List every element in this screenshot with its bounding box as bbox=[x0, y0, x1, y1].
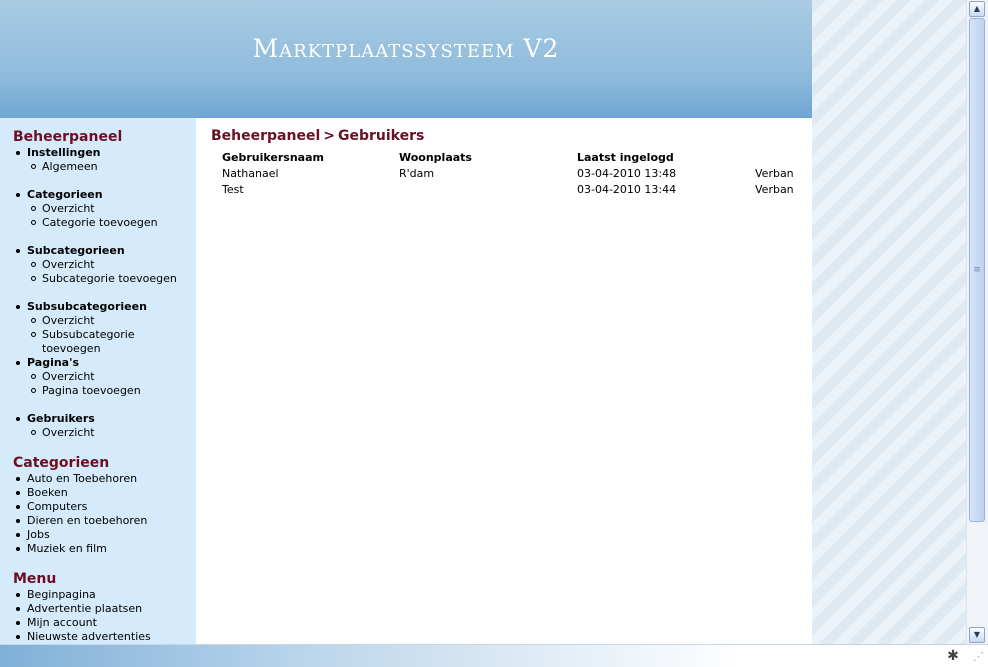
sidebar-link-algemeen[interactable]: Algemeen bbox=[0, 160, 196, 174]
resize-grip-icon[interactable]: ⋰ bbox=[968, 649, 984, 665]
sidebar-group-categorieen: Categorieen Overzicht Categorie toevoege… bbox=[0, 188, 196, 230]
arrow-up-icon: ▲ bbox=[973, 4, 981, 13]
sidebar-group-title[interactable]: Pagina's bbox=[0, 356, 196, 370]
scrollbar-thumb[interactable]: ≡ bbox=[969, 18, 985, 522]
category-link-dieren[interactable]: Dieren en toebehoren bbox=[0, 514, 196, 528]
breadcrumb: Beheerpaneel > Gebruikers bbox=[211, 128, 424, 144]
sidebar-group-subsubcategorieen: Subsubcategorieen Overzicht Subsubcatego… bbox=[0, 300, 196, 355]
users-table: Gebruikersnaam Woonplaats Laatst ingelog… bbox=[222, 149, 795, 197]
breadcrumb-separator: > bbox=[323, 128, 335, 144]
table-header-row: Gebruikersnaam Woonplaats Laatst ingelog… bbox=[222, 149, 795, 165]
sidebar-group-instellingen: Instellingen Algemeen bbox=[0, 146, 196, 174]
column-header-last-login: Laatst ingelogd bbox=[577, 150, 674, 164]
scroll-up-button[interactable]: ▲ bbox=[969, 1, 985, 17]
sidebar-link-subcategorie-toevoegen[interactable]: Subcategorie toevoegen bbox=[0, 272, 196, 286]
sidebar-link-subcategorie-overzicht[interactable]: Overzicht bbox=[0, 258, 196, 272]
menu-link-nieuwste-advertenties[interactable]: Nieuwste advertenties bbox=[0, 630, 196, 644]
status-bar: ✱ ⋰ bbox=[0, 644, 988, 667]
cell-last-login: 03-04-2010 13:44 bbox=[577, 182, 677, 196]
breadcrumb-current: Gebruikers bbox=[338, 128, 425, 144]
sidebar-link-subsubcategorie-toevoegen[interactable]: Subsubcategorie toevoegen bbox=[0, 328, 196, 355]
main-content: Beheerpaneel > Gebruikers Gebruikersnaam W… bbox=[196, 118, 812, 644]
sidebar-group-gebruikers: Gebruikers Overzicht bbox=[0, 412, 196, 440]
sidebar-group-title[interactable]: Subsubcategorieen bbox=[0, 300, 196, 314]
category-list: Auto en Toebehoren Boeken Computers Dier… bbox=[0, 472, 196, 556]
menu-link-mijn-account[interactable]: Mijn account bbox=[0, 616, 196, 630]
cell-username: Nathanael bbox=[222, 166, 279, 180]
bug-icon[interactable]: ✱ bbox=[944, 647, 962, 665]
sidebar-group-title[interactable]: Instellingen bbox=[0, 146, 196, 160]
cell-username: Test bbox=[222, 182, 244, 196]
page-background bbox=[812, 0, 966, 644]
category-link-muziek[interactable]: Muziek en film bbox=[0, 542, 196, 556]
cell-last-login: 03-04-2010 13:48 bbox=[577, 166, 677, 180]
sidebar-group-title[interactable]: Gebruikers bbox=[0, 412, 196, 426]
site-title: Marktplaatssysteem V2 bbox=[252, 34, 560, 63]
sidebar-link-pagina-toevoegen[interactable]: Pagina toevoegen bbox=[0, 384, 196, 398]
breadcrumb-parent[interactable]: Beheerpaneel bbox=[211, 128, 320, 144]
category-link-auto[interactable]: Auto en Toebehoren bbox=[0, 472, 196, 486]
scroll-down-button[interactable]: ▼ bbox=[969, 627, 985, 643]
column-header-action bbox=[755, 149, 795, 165]
arrow-down-icon: ▼ bbox=[973, 630, 981, 639]
sidebar-link-categorie-toevoegen[interactable]: Categorie toevoegen bbox=[0, 216, 196, 230]
ban-link[interactable]: Verban bbox=[755, 165, 795, 181]
cell-city bbox=[399, 181, 577, 197]
table-row: Nathanael R'dam 03-04-2010 13:48 Verban bbox=[222, 165, 795, 181]
sidebar: Beheerpaneel Instellingen Algemeen Categ… bbox=[0, 118, 196, 644]
grip-icon: ≡ bbox=[973, 264, 981, 275]
cell-city: R'dam bbox=[399, 166, 435, 180]
column-header-username: Gebruikersnaam bbox=[222, 150, 324, 164]
sidebar-heading-categories: Categorieen bbox=[13, 455, 110, 471]
sidebar-group-title[interactable]: Subcategorieen bbox=[0, 244, 196, 258]
vertical-scrollbar[interactable]: ▲ ≡ ▼ bbox=[966, 0, 988, 644]
menu-link-beginpagina[interactable]: Beginpagina bbox=[0, 588, 196, 602]
menu-link-advertentie-plaatsen[interactable]: Advertentie plaatsen bbox=[0, 602, 196, 616]
sidebar-link-gebruikers-overzicht[interactable]: Overzicht bbox=[0, 426, 196, 440]
column-header-city: Woonplaats bbox=[399, 150, 472, 164]
sidebar-link-subsubcategorie-overzicht[interactable]: Overzicht bbox=[0, 314, 196, 328]
browser-viewport: Marktplaatssysteem V2 Beheerpaneel Inste… bbox=[0, 0, 966, 644]
header-banner: Marktplaatssysteem V2 bbox=[0, 0, 812, 118]
ban-link[interactable]: Verban bbox=[755, 181, 795, 197]
sidebar-heading-menu: Menu bbox=[13, 571, 57, 587]
table-row: Test 03-04-2010 13:44 Verban bbox=[222, 181, 795, 197]
menu-list: Beginpagina Advertentie plaatsen Mijn ac… bbox=[0, 588, 196, 644]
category-link-boeken[interactable]: Boeken bbox=[0, 486, 196, 500]
sidebar-link-categorie-overzicht[interactable]: Overzicht bbox=[0, 202, 196, 216]
site-container: Marktplaatssysteem V2 Beheerpaneel Inste… bbox=[0, 0, 812, 644]
sidebar-group-paginas: Pagina's Overzicht Pagina toevoegen bbox=[0, 356, 196, 398]
sidebar-link-pagina-overzicht[interactable]: Overzicht bbox=[0, 370, 196, 384]
category-link-jobs[interactable]: Jobs bbox=[0, 528, 196, 542]
sidebar-heading-admin: Beheerpaneel bbox=[13, 129, 123, 145]
sidebar-group-subcategorieen: Subcategorieen Overzicht Subcategorie to… bbox=[0, 244, 196, 286]
category-link-computers[interactable]: Computers bbox=[0, 500, 196, 514]
sidebar-group-title[interactable]: Categorieen bbox=[0, 188, 196, 202]
